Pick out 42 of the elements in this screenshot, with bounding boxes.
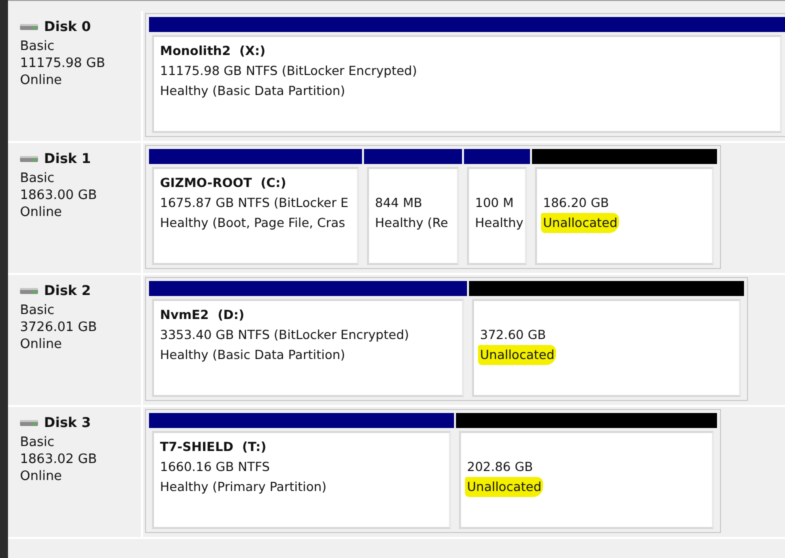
partition-title: NvmE2 (D:) — [160, 306, 246, 324]
partition-detail: 202.86 GB — [467, 458, 534, 476]
partition-detail: 100 M — [475, 194, 515, 212]
disk-type: Basic — [20, 303, 56, 318]
disk-size: 1863.00 GB — [20, 188, 98, 203]
disk-name: Disk 2 — [44, 283, 91, 299]
disk-name: Disk 3 — [44, 415, 91, 431]
partition-title: T7-SHIELD (T:) — [160, 438, 268, 456]
partition-detail: 3353.40 GB NTFS (BitLocker Encrypted) — [160, 326, 410, 344]
disk-type: Basic — [20, 39, 56, 54]
disk-status: Online — [20, 469, 63, 484]
partition-detail: 372.60 GB — [480, 326, 547, 344]
disk-drive-icon — [20, 287, 38, 295]
partition-status: Healthy (Re — [374, 214, 450, 232]
partition-status: Unallocated — [478, 345, 556, 365]
partition-detail: 186.20 GB — [543, 194, 610, 212]
partition-status: Healthy (Basic Data Partition) — [159, 346, 346, 364]
disk-drive-icon — [20, 419, 38, 427]
disk-type: Basic — [20, 171, 56, 186]
partition-status: Healthy (Basic Data Partition) — [159, 82, 346, 100]
partition-status: Unallocated — [541, 213, 620, 233]
partition-status: Unallocated — [465, 477, 544, 497]
disk-drive-icon — [20, 23, 38, 31]
disk-name: Disk 1 — [44, 151, 91, 167]
disk-size: 3726.01 GB — [20, 320, 98, 335]
partition-detail: 1660.16 GB NTFS — [160, 458, 271, 476]
partition-status: Healthy (Boot, Page File, Cras — [159, 214, 346, 232]
disk-type: Basic — [20, 435, 56, 450]
disk-status: Online — [20, 337, 63, 352]
partition-status: Healthy (Primary Partition) — [159, 478, 328, 496]
partition-detail: 844 MB — [375, 194, 424, 212]
partition-title: Monolith2 (X:) — [160, 42, 266, 60]
disk-status: Online — [20, 205, 63, 220]
partition-status: Healthy — [474, 214, 524, 232]
disk-drive-icon — [20, 155, 38, 163]
disk-name: Disk 0 — [44, 19, 91, 35]
partition-detail: 1675.87 GB NTFS (BitLocker E — [160, 194, 350, 212]
partition-title: GIZMO-ROOT (C:) — [160, 174, 288, 192]
partition-detail: 11175.98 GB NTFS (BitLocker Encrypted) — [160, 62, 418, 80]
disk-status: Online — [20, 73, 63, 88]
disk-size: 1863.02 GB — [20, 452, 98, 467]
disk-size: 11175.98 GB — [20, 56, 106, 71]
